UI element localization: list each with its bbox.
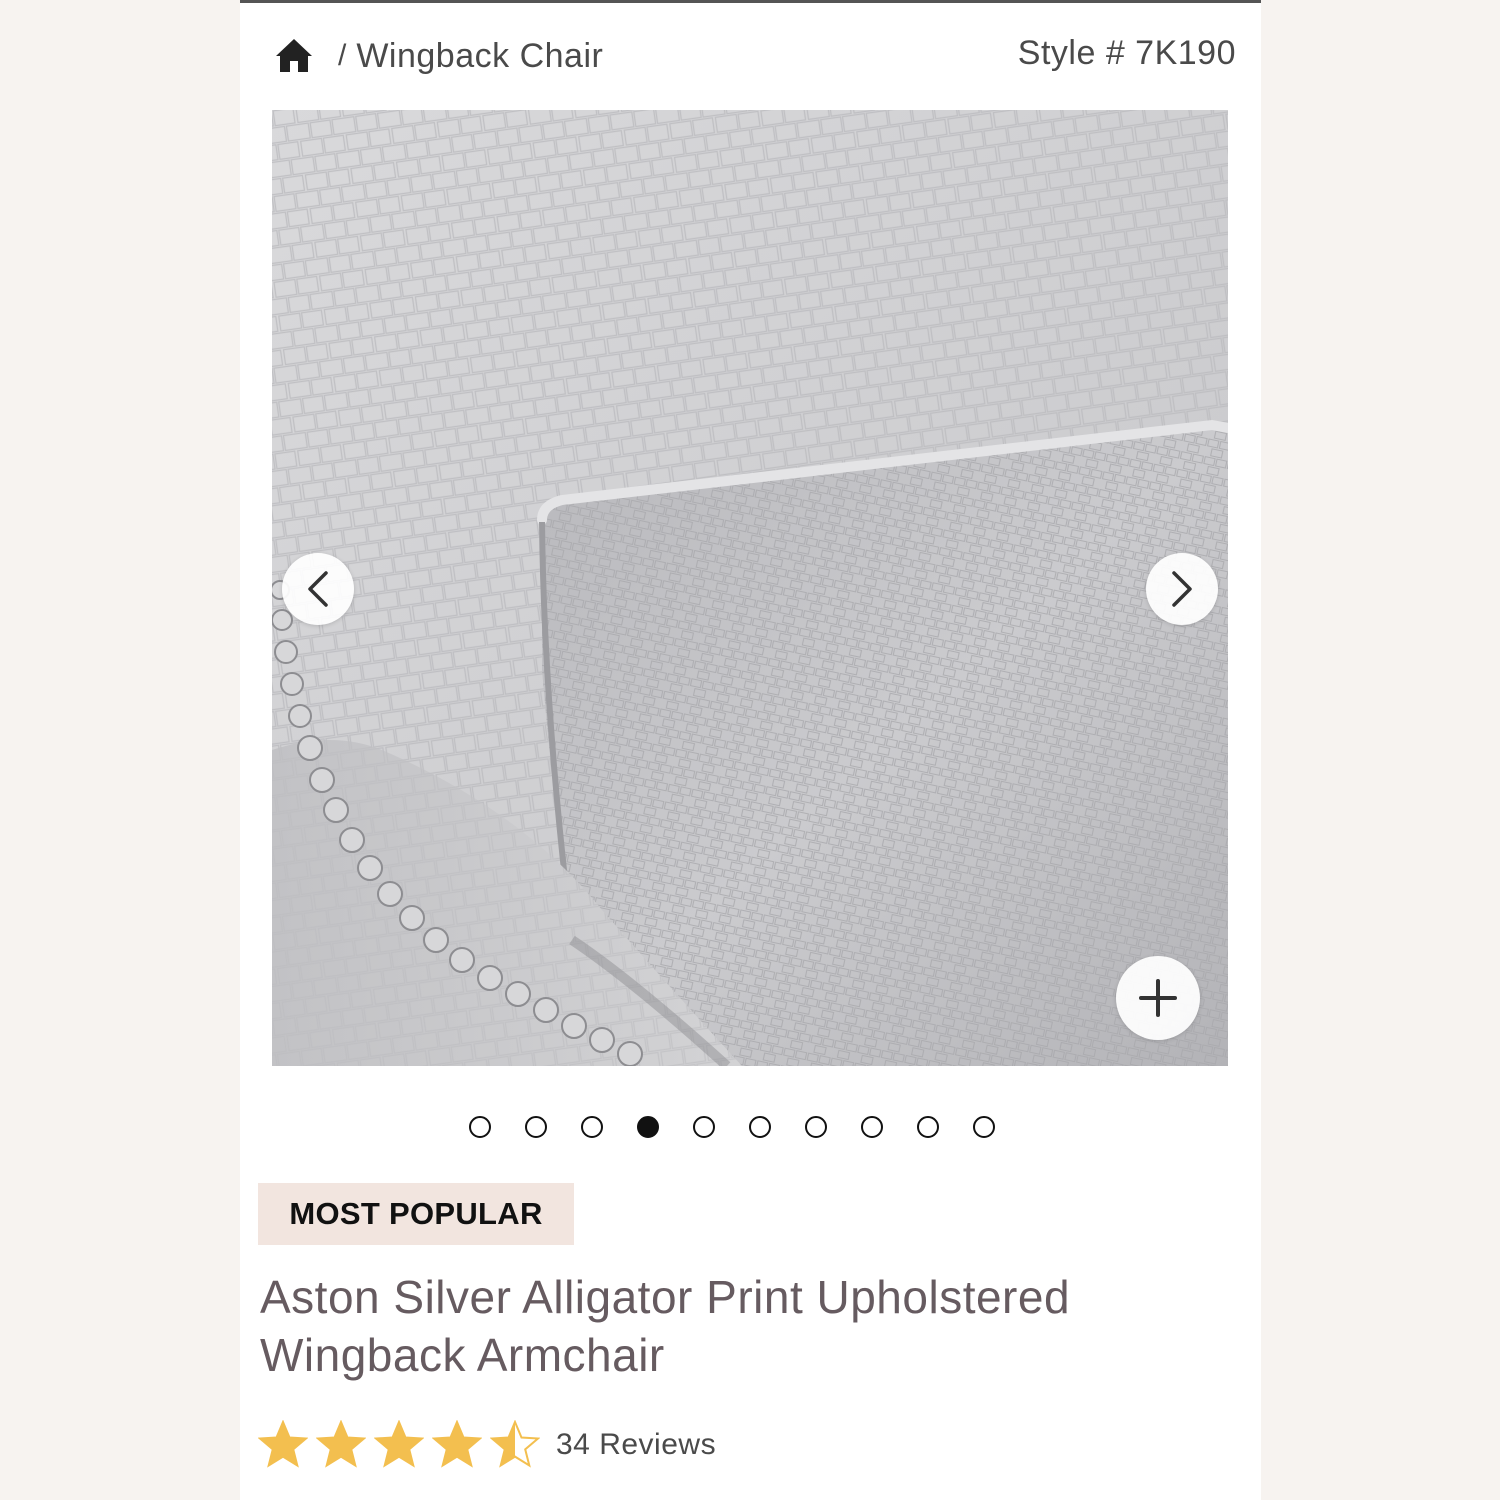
star-full-icon <box>374 1420 424 1468</box>
breadcrumb-separator: / <box>338 39 347 72</box>
product-rating[interactable]: 34 Reviews <box>258 1420 716 1470</box>
badge-label: MOST POPULAR <box>289 1196 543 1231</box>
pagination-dot[interactable] <box>469 1116 491 1138</box>
product-title: Aston Silver Alligator Print Upholstered… <box>260 1268 1220 1384</box>
zoom-button[interactable] <box>1116 956 1200 1040</box>
reviews-link[interactable]: 34 Reviews <box>556 1428 716 1462</box>
pagination-dot[interactable] <box>637 1116 659 1138</box>
product-panel: / Wingback Chair Style # 7K190 MOST POPU… <box>240 0 1261 1500</box>
pagination-dot[interactable] <box>693 1116 715 1138</box>
star-full-icon <box>258 1420 308 1468</box>
top-border <box>240 0 1261 3</box>
star-full-icon <box>432 1420 482 1468</box>
chevron-right-icon <box>1172 571 1192 607</box>
star-full-icon <box>316 1420 366 1468</box>
product-image-gallery[interactable] <box>272 110 1228 1066</box>
pagination-dot[interactable] <box>749 1116 771 1138</box>
gallery-pagination <box>469 1116 995 1138</box>
product-title-line-2: Wingback Armchair <box>260 1329 665 1381</box>
pagination-dot[interactable] <box>805 1116 827 1138</box>
star-half-icon <box>490 1420 540 1468</box>
breadcrumb-current[interactable]: Wingback Chair <box>356 37 603 76</box>
chevron-left-icon <box>308 571 328 607</box>
pagination-dot[interactable] <box>917 1116 939 1138</box>
plus-icon <box>1139 979 1177 1017</box>
pagination-dot[interactable] <box>525 1116 547 1138</box>
star-rating <box>258 1420 540 1470</box>
previous-image-button[interactable] <box>282 553 354 625</box>
product-title-line-1: Aston Silver Alligator Print Upholstered <box>260 1271 1071 1323</box>
style-number: Style # 7K190 <box>1017 34 1236 72</box>
pagination-dot[interactable] <box>861 1116 883 1138</box>
most-popular-badge: MOST POPULAR <box>258 1183 574 1245</box>
pagination-dot[interactable] <box>973 1116 995 1138</box>
breadcrumb: / Wingback Chair <box>274 32 603 80</box>
product-photo <box>272 110 1228 1066</box>
next-image-button[interactable] <box>1146 553 1218 625</box>
home-icon[interactable] <box>274 36 314 76</box>
pagination-dot[interactable] <box>581 1116 603 1138</box>
